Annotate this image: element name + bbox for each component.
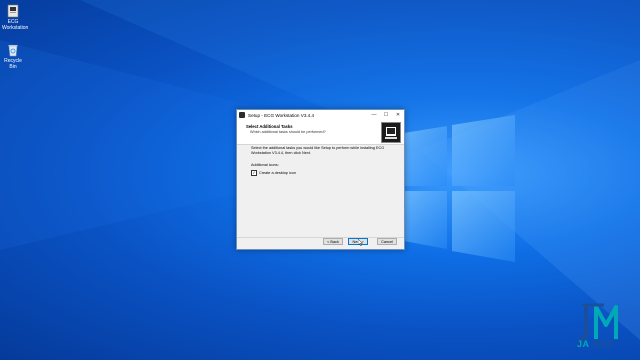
- close-icon[interactable]: ✕: [392, 112, 404, 118]
- app-shortcut-icon: [7, 4, 19, 18]
- page-title: Select Additional Tasks: [246, 124, 293, 129]
- task-description: Select the additional tasks you would li…: [251, 146, 385, 155]
- brand-wordmark: JA MED: [577, 339, 614, 349]
- title-bar[interactable]: Setup - ECG Workstation V3.4.4 — ☐ ✕: [237, 110, 404, 120]
- desktop-icon-label: Recycle Bin: [4, 58, 22, 70]
- back-button[interactable]: < Back: [323, 238, 343, 245]
- desktop-icon-app[interactable]: ECG Workstation: [2, 4, 28, 31]
- window-title: Setup - ECG Workstation V3.4.4: [248, 112, 315, 118]
- minimize-icon[interactable]: —: [368, 112, 380, 118]
- setup-dialog: Setup - ECG Workstation V3.4.4 — ☐ ✕ Sel…: [236, 109, 405, 250]
- desktop-icon-checkbox[interactable]: ✓: [251, 170, 257, 176]
- maximize-icon[interactable]: ☐: [380, 112, 392, 118]
- recycle-bin-icon: [8, 45, 18, 57]
- wizard-header: Select Additional Tasks Which additional…: [237, 120, 404, 145]
- cancel-button[interactable]: Cancel: [377, 238, 397, 245]
- desktop-icon-recycle-bin[interactable]: Recycle Bin: [2, 43, 24, 70]
- group-label: Additional icons:: [251, 163, 279, 167]
- checkbox-label[interactable]: Create a desktop icon: [259, 171, 296, 176]
- mouse-cursor-icon: [358, 239, 363, 246]
- setup-app-icon: [239, 112, 245, 118]
- desktop-icon-option[interactable]: ✓ Create a desktop icon: [251, 170, 391, 176]
- brand-med: MED: [592, 339, 615, 349]
- brand-ja: JA: [577, 339, 590, 349]
- page-subtitle: Which additional tasks should be perform…: [250, 130, 326, 134]
- wizard-body: Select the additional tasks you would li…: [251, 146, 391, 176]
- wizard-logo-icon: [381, 122, 401, 143]
- checkmark-icon: ✓: [252, 170, 256, 175]
